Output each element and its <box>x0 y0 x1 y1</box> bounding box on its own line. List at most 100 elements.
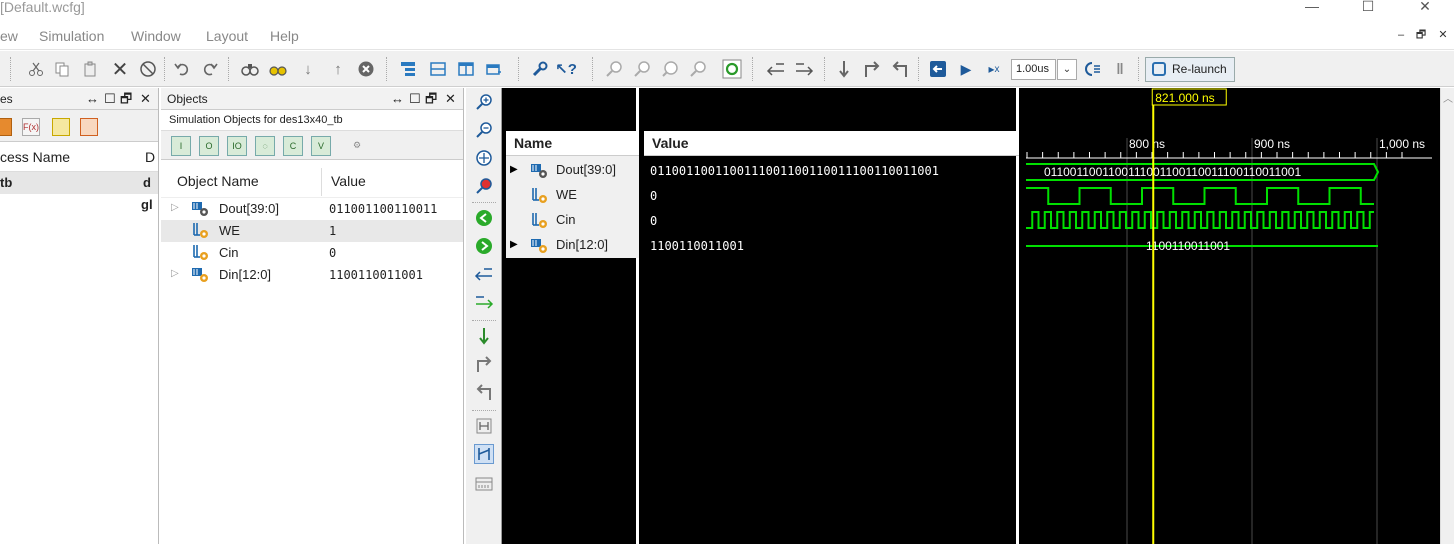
previous-marker-icon[interactable] <box>474 264 494 284</box>
inout-filter-icon[interactable]: IO <box>227 136 247 156</box>
context-help-icon[interactable]: ↖? <box>555 59 577 79</box>
move-down-icon[interactable]: ↓ <box>298 59 318 79</box>
menu-view[interactable]: ew <box>0 28 18 44</box>
settings-icon[interactable]: ⚙ <box>347 136 367 156</box>
run-for-icon[interactable]: ▸ x <box>984 59 1004 79</box>
zoom-out-icon[interactable] <box>474 120 494 140</box>
internal-filter-icon[interactable]: ◌ <box>255 136 275 156</box>
run-time-dropdown[interactable]: ⌄ <box>1057 59 1077 80</box>
mdi-close-button[interactable]: ✕ <box>1436 29 1450 43</box>
go-to-end-icon[interactable] <box>474 236 494 256</box>
hierarchy-icon[interactable] <box>398 59 418 79</box>
delete-icon[interactable]: ✕ <box>110 59 130 81</box>
redo-icon[interactable] <box>200 59 220 79</box>
object-row[interactable]: ▷ Dout[39:0] 011001100110011 <box>161 198 463 220</box>
go-to-start-icon[interactable] <box>474 208 494 228</box>
block-icon[interactable] <box>138 59 158 79</box>
expand-icon[interactable]: ▷ <box>171 268 179 279</box>
swap-cursors-icon[interactable] <box>474 416 494 436</box>
copy-icon[interactable] <box>52 59 72 79</box>
object-row[interactable]: WE 1 <box>161 220 463 242</box>
zoom-fit-icon[interactable] <box>660 59 680 79</box>
wave-name-row[interactable]: WE <box>506 183 639 208</box>
wave-name-row[interactable]: Cin <box>506 208 639 233</box>
maximize-button[interactable]: ☐ <box>1345 0 1391 22</box>
layout-vertical-icon[interactable] <box>456 59 476 79</box>
expand-icon[interactable]: ▶ <box>510 239 518 250</box>
function-filter-icon[interactable]: F(x) <box>22 118 40 136</box>
task-filter-icon[interactable] <box>80 118 98 136</box>
go-to-start-icon[interactable] <box>766 59 786 79</box>
zoom-out-icon[interactable] <box>632 59 652 79</box>
zoom-to-cursor-icon[interactable] <box>474 176 494 196</box>
restore-panel-icon[interactable]: ☐ <box>104 88 116 110</box>
maximize-panel-icon[interactable]: ↔ <box>391 88 404 110</box>
zoom-cursor-icon[interactable] <box>688 59 708 79</box>
close-panel-icon[interactable]: ✕ <box>140 88 151 110</box>
step-down-icon[interactable] <box>834 59 854 79</box>
settings-wrench-icon[interactable] <box>530 59 550 79</box>
object-row[interactable]: Cin 0 <box>161 242 463 264</box>
move-up-icon[interactable]: ↑ <box>328 59 348 79</box>
expand-icon[interactable]: ▷ <box>171 202 179 213</box>
zoom-fit-icon[interactable] <box>474 148 494 168</box>
process-filter-icon[interactable] <box>52 118 70 136</box>
next-marker-icon[interactable] <box>474 292 494 312</box>
cut-icon[interactable] <box>26 59 46 79</box>
relaunch-button[interactable]: Re-launch <box>1145 57 1235 82</box>
variable-filter-icon[interactable]: V <box>311 136 331 156</box>
float-panel-icon[interactable]: 🗗 <box>120 88 132 110</box>
wave-vertical-scrollbar[interactable]: ︿ <box>1440 88 1454 544</box>
restore-panel-icon[interactable]: ☐ <box>409 88 421 110</box>
step-icon[interactable] <box>1082 59 1102 79</box>
objects-col-name[interactable]: Object Name <box>177 173 259 189</box>
menu-simulation[interactable]: Simulation <box>39 28 104 44</box>
find-next-icon[interactable] <box>268 59 288 79</box>
next-transition-icon[interactable] <box>890 59 910 79</box>
close-panel-icon[interactable]: ✕ <box>445 88 456 110</box>
refresh-icon[interactable] <box>722 59 742 79</box>
waveform-canvas[interactable]: 800 ns 900 ns 1,000 ns 01100110011001110011… <box>1022 88 1440 544</box>
mdi-minimize-button[interactable]: – <box>1394 29 1408 43</box>
minimize-button[interactable]: — <box>1289 0 1335 22</box>
run-time-field[interactable]: 1.00us <box>1011 59 1056 80</box>
window-float-icon[interactable] <box>484 59 504 79</box>
scroll-up-icon[interactable]: ︿ <box>1443 90 1453 105</box>
previous-transition-icon[interactable] <box>862 59 882 79</box>
break-icon[interactable]: ‖ <box>1110 59 1130 79</box>
wave-name-row[interactable]: ▶ Dout[39:0] <box>506 158 639 183</box>
zoom-in-icon[interactable] <box>474 92 494 112</box>
menu-help[interactable]: Help <box>270 28 299 44</box>
wave-name-header[interactable]: Name <box>506 131 639 156</box>
output-filter-icon[interactable]: O <box>199 136 219 156</box>
scope-row[interactable]: tb d <box>0 172 158 194</box>
menu-layout[interactable]: Layout <box>206 28 248 44</box>
object-row[interactable]: ▷ Din[12:0] 1100110011001 <box>161 264 463 286</box>
scope-row[interactable]: gl <box>0 194 158 216</box>
float-panel-icon[interactable]: 🗗 <box>425 88 437 110</box>
find-icon[interactable] <box>240 59 260 79</box>
menu-window[interactable]: Window <box>131 28 181 44</box>
zoom-in-icon[interactable] <box>604 59 624 79</box>
undo-icon[interactable] <box>172 59 192 79</box>
wave-plot[interactable]: 800 ns 900 ns 1,000 ns 01100110011001110011… <box>1022 88 1440 544</box>
input-filter-icon[interactable]: I <box>171 136 191 156</box>
constant-filter-icon[interactable]: C <box>283 136 303 156</box>
run-all-icon[interactable]: ▶ <box>956 59 976 79</box>
layout-horizontal-icon[interactable] <box>428 59 448 79</box>
add-marker-icon[interactable] <box>474 326 494 346</box>
scopes-col-design[interactable]: D <box>145 149 155 165</box>
wave-value-header[interactable]: Value <box>644 131 1019 156</box>
restart-icon[interactable] <box>928 59 948 79</box>
expand-icon[interactable]: ▶ <box>510 164 518 175</box>
paste-icon[interactable] <box>80 59 100 79</box>
go-to-end-icon[interactable] <box>794 59 814 79</box>
maximize-panel-icon[interactable]: ↔ <box>86 88 99 110</box>
previous-transition-icon[interactable] <box>474 354 494 374</box>
wave-name-row[interactable]: ▶ Din[12:0] <box>506 233 639 258</box>
cancel-icon[interactable] <box>356 59 376 79</box>
snap-to-transition-icon[interactable] <box>474 444 494 464</box>
floating-ruler-icon[interactable] <box>474 474 494 494</box>
mdi-restore-button[interactable]: 🗗 <box>1414 29 1428 43</box>
close-button[interactable]: ✕ <box>1402 0 1448 22</box>
